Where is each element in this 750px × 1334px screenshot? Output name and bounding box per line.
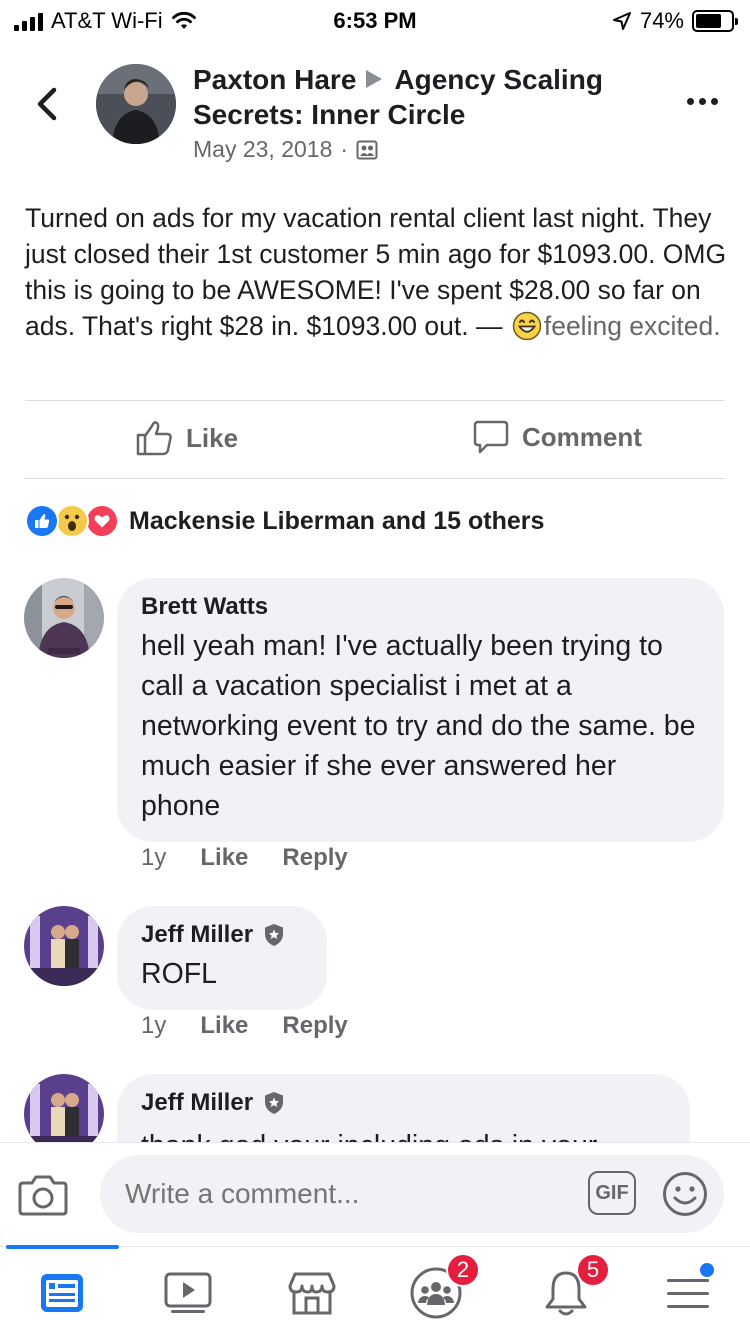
reactions-summary: Mackensie Liberman and 15 others — [129, 506, 545, 535]
comment-avatar[interactable] — [24, 906, 104, 986]
author-photo — [96, 64, 176, 144]
camera-icon — [18, 1175, 68, 1216]
comment-text: ROFL — [141, 958, 218, 990]
status-bar: AT&T Wi-Fi 6:53 PM 74% — [0, 0, 750, 40]
excited-emoji-icon — [512, 311, 542, 341]
tab-watch[interactable] — [158, 1263, 218, 1323]
comment-icon — [473, 420, 509, 454]
hamburger-menu-icon — [667, 1279, 709, 1308]
tab-menu[interactable] — [658, 1263, 718, 1323]
group-arrow-icon — [366, 70, 383, 88]
more-dot-icon — [711, 98, 718, 105]
comment-meta: 1y Like Reply — [141, 844, 348, 872]
tab-marketplace[interactable] — [282, 1263, 342, 1323]
moderator-badge-icon — [265, 1092, 284, 1114]
like-button[interactable]: Like — [134, 418, 238, 458]
commenter-photo — [24, 1074, 104, 1142]
emoji-button[interactable] — [662, 1171, 708, 1222]
comment-bubble[interactable]: Jeff Miller ROFL — [117, 906, 327, 1010]
bottom-tab-bar: 2 5 — [0, 1245, 750, 1334]
comment-label: Comment — [522, 421, 642, 452]
status-right: 74% — [612, 8, 738, 34]
comment-text: thank god your including ads in your — [141, 1126, 666, 1142]
comment-reply-button[interactable]: Reply — [282, 844, 347, 872]
comment-like-button[interactable]: Like — [200, 1012, 248, 1040]
like-label: Like — [186, 422, 239, 453]
thumbs-up-icon — [136, 421, 172, 456]
comment-composer: GIF — [0, 1142, 750, 1246]
notifications-badge: 5 — [576, 1253, 610, 1287]
commenter-name-text: Jeff Miller — [141, 921, 254, 948]
post-meta: May 23, 2018 · — [193, 136, 378, 163]
comment-meta: 1y Like Reply — [141, 1012, 348, 1040]
smiley-icon — [663, 1172, 707, 1216]
location-arrow-icon — [612, 12, 631, 30]
comment-clip-area: Jeff Miller thank god your including ads… — [0, 1070, 750, 1142]
battery-fill — [696, 14, 722, 28]
tab-groups[interactable]: 2 — [406, 1253, 480, 1323]
commenter-photo — [24, 578, 104, 658]
commenter-name[interactable]: Jeff Miller — [141, 1088, 666, 1118]
comment-reply-button[interactable]: Reply — [282, 1012, 347, 1040]
commenter-name[interactable]: Jeff Miller — [141, 920, 303, 950]
divider — [25, 478, 725, 479]
chevron-left-icon — [37, 87, 57, 121]
reactions-row[interactable]: Mackensie Liberman and 15 others — [25, 504, 544, 538]
author-avatar[interactable] — [96, 64, 176, 144]
camera-button[interactable] — [18, 1173, 68, 1222]
active-tab-indicator — [6, 1245, 119, 1249]
commenter-name[interactable]: Brett Watts — [141, 592, 700, 622]
battery-percent: 74% — [639, 8, 684, 33]
wow-reaction-icon — [55, 504, 89, 538]
more-dot-icon — [687, 98, 694, 105]
like-reaction-icon — [25, 504, 59, 538]
post-date[interactable]: May 23, 2018 — [193, 136, 332, 163]
divider — [25, 400, 725, 401]
tab-news-feed[interactable] — [32, 1263, 92, 1323]
gif-button[interactable]: GIF — [588, 1171, 636, 1215]
commenter-name-text: Brett Watts — [141, 593, 269, 620]
commenter-name-text: Jeff Miller — [141, 1089, 254, 1116]
tab-notifications[interactable]: 5 — [536, 1253, 610, 1323]
comment-avatar[interactable] — [24, 578, 104, 658]
comment-bubble[interactable]: Jeff Miller thank god your including ads… — [117, 1074, 690, 1142]
love-reaction-icon — [85, 504, 119, 538]
back-button[interactable] — [30, 84, 66, 124]
comment-like-button[interactable]: Like — [200, 844, 248, 872]
post-author-line: Paxton Hare Agency Scaling Secrets: Inner… — [193, 62, 663, 132]
groups-badge: 2 — [446, 1253, 480, 1287]
comment-text: hell yeah man! I've actually been trying… — [141, 630, 696, 822]
more-options-button[interactable] — [687, 98, 718, 105]
commenter-photo — [24, 906, 104, 986]
battery-icon — [692, 10, 738, 32]
comment-bubble[interactable]: Brett Watts hell yeah man! I've actually… — [117, 578, 724, 842]
meta-separator: · — [340, 136, 349, 162]
moderator-badge-icon — [265, 924, 284, 946]
news-feed-icon — [41, 1274, 83, 1312]
feeling-text[interactable]: feeling excited. — [544, 311, 721, 341]
author-name[interactable]: Paxton Hare — [193, 64, 356, 95]
comment-button[interactable]: Comment — [472, 418, 642, 456]
menu-notification-dot — [700, 1263, 714, 1277]
group-audience-icon — [356, 140, 378, 159]
comment-time[interactable]: 1y — [141, 1012, 166, 1040]
watch-video-icon — [164, 1272, 212, 1313]
marketplace-icon — [288, 1272, 336, 1315]
more-dot-icon — [699, 98, 706, 105]
comment-avatar[interactable] — [24, 1074, 104, 1142]
post-body: Turned on ads for my vacation rental cli… — [25, 200, 730, 344]
comment-time[interactable]: 1y — [141, 844, 166, 872]
